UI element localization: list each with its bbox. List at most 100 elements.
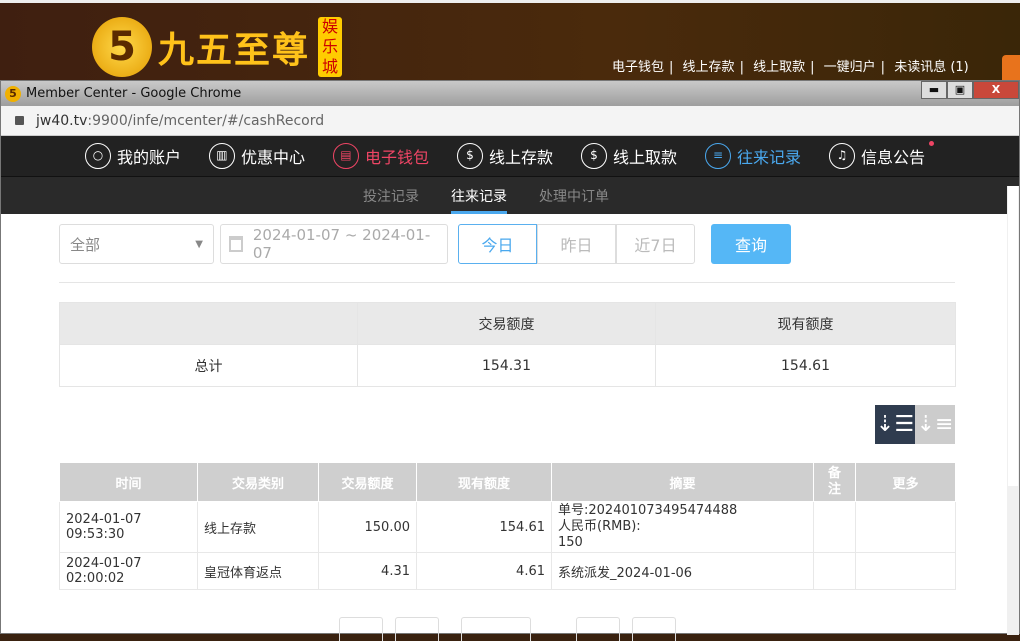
cell-type: 线上存款 (197, 501, 319, 553)
site-logo: 5 九五至尊 娱乐城 (92, 17, 343, 77)
unread-dot (929, 141, 935, 146)
nav-withdraw[interactable]: $ 线上取款 (581, 143, 677, 169)
url-path: :9900/infe/mcenter/#/cashRecord (87, 112, 325, 129)
today-button[interactable]: 今日 (458, 224, 537, 264)
record-icon: ≡ (705, 143, 732, 169)
records-table: 时间 交易类别 交易额度 现有额度 摘要 备注 更多 2024-01-07 09… (59, 462, 956, 590)
summary-line: 单号:202401073495474488 (558, 503, 738, 518)
table-row: 2024-01-07 02:00:02 皇冠体育返点 4.31 4.61 系统派… (59, 552, 956, 590)
gift-icon: ▥ (208, 143, 235, 169)
nav-wallet[interactable]: ▤ 电子钱包 (332, 143, 429, 169)
prev-page-button[interactable] (395, 617, 439, 641)
nav-label: 我的账户 (116, 148, 181, 167)
divider (59, 282, 955, 283)
column-header: 交易类别 (197, 462, 319, 502)
side-tab (1002, 55, 1020, 83)
tab-cash-records[interactable]: 往来记录 (451, 177, 507, 214)
quick-range: 今日 昨日 近7日 (458, 224, 695, 264)
tab-bet-records[interactable]: 投注记录 (363, 177, 419, 214)
nav-label: 信息公告 (861, 148, 926, 167)
top-link[interactable]: 线上存款 (683, 60, 735, 75)
nav-label: 优惠中心 (240, 148, 305, 167)
summary-header: 交易额度 (357, 302, 656, 345)
top-link[interactable]: 线上取款 (753, 60, 805, 75)
table-row: 2024-01-07 09:53:30 线上存款 150.00 154.61 单… (59, 501, 956, 553)
cell-note (813, 552, 856, 590)
top-link[interactable]: 电子钱包 (612, 60, 664, 75)
page-input[interactable] (461, 617, 531, 641)
scrollbar[interactable] (1007, 186, 1019, 635)
date-range-value: 2024-01-07 ~ 2024-01-07 (252, 226, 431, 262)
nav-records[interactable]: ≡ 往来记录 (705, 143, 801, 169)
cell-amount: 4.31 (318, 552, 417, 590)
top-links: 电子钱包 | 线上存款 | 线上取款 | 一键归户 | 未读讯息 (1) (612, 60, 969, 75)
nav-my-account[interactable]: ○ 我的账户 (84, 143, 181, 169)
top-link[interactable]: 未读讯息 (1) (894, 60, 969, 75)
wallet-icon: ▤ (332, 143, 359, 169)
top-link[interactable]: 一键归户 (824, 60, 876, 75)
title-bar: 5 Member Center - Google Chrome ▬ ▣ X (1, 81, 1019, 106)
deposit-icon: $ (456, 143, 483, 169)
site-header: 5 九五至尊 娱乐城 电子钱包 | 线上存款 | 线上取款 | 一键归户 | 未读讯息 … (0, 0, 1020, 83)
yesterday-button[interactable]: 昨日 (537, 224, 616, 264)
summary-amount: 154.31 (357, 344, 656, 387)
nav-promotions[interactable]: ▥ 优惠中心 (208, 143, 305, 169)
maximize-button[interactable]: ▣ (947, 81, 973, 99)
close-button[interactable]: X (973, 81, 1019, 99)
summary-header: 现有额度 (655, 302, 956, 345)
summary-line: 系统派发_2024-01-06 (558, 565, 693, 581)
date-range-input[interactable]: 2024-01-07 ~ 2024-01-07 (220, 224, 448, 264)
next-page-button[interactable] (576, 617, 620, 641)
summary-line: 人民币(RMB): (558, 519, 641, 534)
cell-note (813, 501, 856, 553)
window-title: Member Center - Google Chrome (26, 86, 242, 101)
column-header: 交易额度 (318, 462, 417, 502)
column-header: 摘要 (551, 462, 814, 502)
calendar-icon (229, 236, 243, 252)
cell-more[interactable] (855, 501, 956, 553)
cell-summary: 系统派发_2024-01-06 (551, 552, 814, 590)
scrollbar-thumb[interactable] (1008, 186, 1018, 486)
filter-bar: 全部 ▼ 2024-01-07 ~ 2024-01-07 今日 昨日 近7日 查询 (59, 224, 791, 264)
browser-window: 5 Member Center - Google Chrome ▬ ▣ X jw… (0, 80, 1020, 641)
nav-deposit[interactable]: $ 线上存款 (456, 143, 553, 169)
type-value: 全部 (70, 235, 101, 254)
column-header: 现有额度 (416, 462, 552, 502)
first-page-button[interactable] (339, 617, 383, 641)
favicon-icon: 5 (5, 85, 21, 102)
nav-label: 线上存款 (488, 148, 553, 167)
nav-announcements[interactable]: ♫ 信息公告 (829, 141, 935, 169)
cell-amount: 150.00 (318, 501, 417, 553)
summary-label: 总计 (59, 344, 358, 387)
cell-time: 2024-01-07 09:53:30 (59, 501, 198, 553)
cell-balance: 154.61 (416, 501, 552, 553)
column-header: 更多 (855, 462, 956, 502)
minimize-button[interactable]: ▬ (921, 81, 947, 99)
sort-desc-icon[interactable]: ⇣☰ (875, 405, 915, 444)
nav-label: 往来记录 (737, 148, 802, 167)
summary-balance: 154.61 (655, 344, 956, 387)
last-7-days-button[interactable]: 近7日 (616, 224, 695, 264)
summary-line: 150 (558, 535, 583, 550)
query-button[interactable]: 查询 (711, 224, 791, 264)
chevron-down-icon: ▼ (195, 238, 203, 250)
cell-time: 2024-01-07 02:00:02 (59, 552, 198, 590)
cell-balance: 4.61 (416, 552, 552, 590)
sub-tabs: 投注记录 往来记录 处理中订单 (1, 176, 1019, 214)
type-select[interactable]: 全部 ▼ (59, 224, 214, 264)
summary-header (59, 302, 358, 345)
nav-label: 线上取款 (613, 148, 678, 167)
lock-icon (15, 116, 24, 125)
url-host: jw40.tv (36, 112, 88, 129)
content: 全部 ▼ 2024-01-07 ~ 2024-01-07 今日 昨日 近7日 查询… (1, 214, 1019, 641)
tab-pending-orders[interactable]: 处理中订单 (539, 177, 609, 214)
cell-more[interactable] (855, 552, 956, 590)
nav-label: 电子钱包 (364, 148, 429, 167)
address-bar[interactable]: jw40.tv:9900/infe/mcenter/#/cashRecord (1, 106, 1019, 136)
sort-asc-icon[interactable]: ⇣≡ (915, 405, 955, 444)
bell-icon: ♫ (829, 143, 856, 169)
last-page-button[interactable] (632, 617, 676, 641)
logo-text: 九五至尊 (158, 30, 311, 71)
cell-summary: 单号:202401073495474488 人民币(RMB): 150 (551, 501, 814, 553)
column-header: 时间 (59, 462, 198, 502)
